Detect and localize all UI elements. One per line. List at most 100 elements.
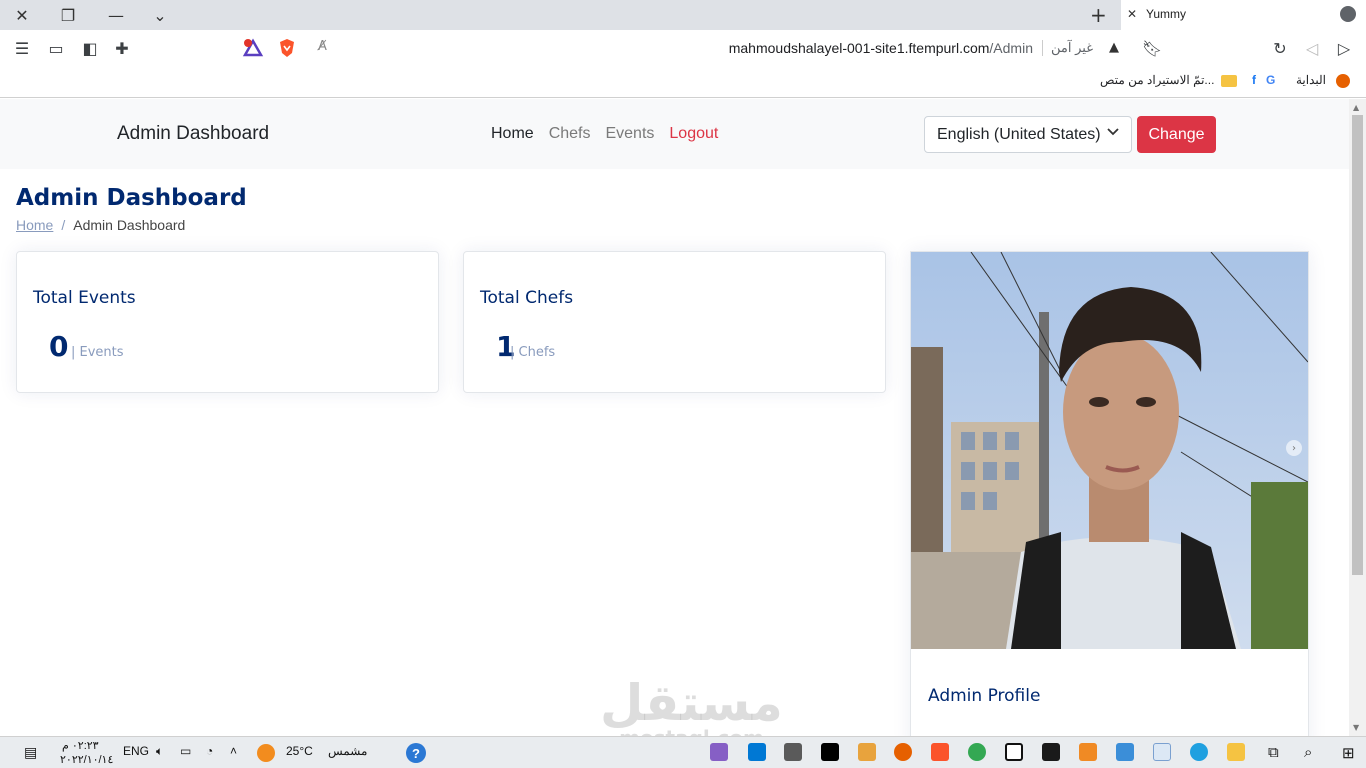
wallet-icon[interactable]: ▭ [46,38,66,58]
card-value: 0 [49,330,69,363]
volume-icon[interactable]: 🔈︎ [156,744,163,759]
weather-temperature[interactable]: 25°C [286,744,313,758]
top-navbar: Admin Dashboard Home Chefs Events Logout… [0,99,1349,169]
url-separator [1042,40,1043,56]
breadcrumb-current: Admin Dashboard [73,217,186,233]
start-icon[interactable]: ⊞ [1342,744,1355,762]
windows-taskbar: ▤ ٠٢:٢٣ م ٢٠٢٢/١٠/١٤ ENG 🔈︎ ▭ ◔ ˄ 25°C م… [0,736,1366,768]
language-select[interactable]: English (United States) [924,116,1132,153]
page-title: Admin Dashboard [16,185,247,211]
breadcrumb-home[interactable]: Home [16,217,53,233]
nav-links: Home Chefs Events Logout [491,125,718,143]
nav-link-home[interactable]: Home [491,125,534,143]
nav-link-events[interactable]: Events [605,125,654,143]
app-orange-icon[interactable] [1079,743,1097,761]
google-bookmark-icon[interactable]: G [1266,73,1275,87]
browser-tab[interactable]: ✕ Yummy [1121,0,1366,30]
tab-title: Yummy [1146,7,1187,21]
edge-icon[interactable] [1190,743,1208,761]
close-tab-icon[interactable]: ✕ [1127,7,1137,21]
sublime-icon[interactable] [858,743,876,761]
nav-link-logout[interactable]: Logout [669,125,718,143]
url-text: mahmoudshalayel-001-site1.ftempurl.com/A… [729,40,1033,56]
url-host: mahmoudshalayel-001-site1.ftempurl.com [728,40,990,56]
url-path: /Admin [989,40,1033,56]
warning-icon[interactable]: ▲ [1109,40,1119,55]
page-scrollbar[interactable]: ▲ ▼ [1349,99,1366,736]
change-language-button[interactable]: Change [1137,116,1216,153]
clock-date[interactable]: ٢٠٢٢/١٠/١٤ [60,753,113,766]
back-icon[interactable]: ▷ [1334,38,1354,58]
brave-rewards-icon[interactable] [242,38,264,58]
brave-shields-icon[interactable] [278,38,296,58]
chevron-down-icon [1107,125,1119,141]
notifications-icon[interactable]: ▤ [24,744,37,761]
breadcrumb: Home / Admin Dashboard [16,217,185,233]
firefox-bookmark-icon [1336,74,1350,88]
clock-time[interactable]: ٠٢:٢٣ م [62,739,99,752]
help-icon[interactable]: ? [406,743,426,763]
reload-icon[interactable]: ↻ [1270,38,1290,58]
watermark-latin: mostaql.com [600,726,783,736]
tab-search-icon[interactable]: ⌄ [148,4,172,26]
wifi-icon[interactable]: ◔ [206,744,213,758]
xm-icon[interactable] [1042,743,1060,761]
not-secure-label: غير آمن [1051,40,1093,55]
nav-link-chefs[interactable]: Chefs [549,125,591,143]
card-title: Total Events [33,288,136,308]
task-view-icon[interactable]: ⧉ [1268,744,1279,761]
address-bar[interactable]: A̸ mahmoudshalayel-001-site1.ftempurl.co… [236,34,1129,62]
sidebar-icon[interactable]: ◧ [80,38,100,58]
chrome-icon[interactable] [968,743,986,761]
admin-profile-card: › Admin Profile [910,251,1309,736]
profile-card-title: Admin Profile [928,686,1041,706]
brave-icon[interactable] [931,743,949,761]
menu-icon[interactable]: ☰ [12,38,32,58]
translate-icon[interactable]: A̸ [318,39,327,54]
forward-icon[interactable]: ◁ [1302,38,1322,58]
weather-condition[interactable]: مشمس [328,744,367,758]
sun-icon[interactable] [257,744,275,762]
input-language[interactable]: ENG [123,744,149,758]
card-unit: | Events [71,345,124,360]
battery-icon[interactable]: ▭ [180,744,191,758]
app-icon[interactable] [784,743,802,761]
profile-photo [911,252,1308,649]
scrollbar-thumb[interactable] [1352,115,1363,575]
control-panel-icon[interactable] [1153,743,1171,761]
language-select-value: English (United States) [937,126,1101,143]
restore-window-icon[interactable]: ❐ [56,4,80,26]
remote-desktop-icon[interactable] [1116,743,1134,761]
bookmark-imported[interactable]: تمّ الاستيراد من متص... [1100,73,1214,87]
breadcrumb-separator: / [61,217,66,233]
bookmark-start[interactable]: البداية [1296,73,1326,87]
bookmark-icon[interactable]: 🔖︎ [1142,38,1162,58]
intellij-icon[interactable] [821,743,839,761]
bookmarks-bar: البداية G f تمّ الاستيراد من متص... [0,66,1366,98]
extensions-icon[interactable]: ✚ [112,38,132,58]
browser-tab-bar: ✕ ❐ — ⌄ + ✕ Yummy [0,0,1366,30]
page-viewport: Admin Dashboard Home Chefs Events Logout… [0,99,1349,736]
scroll-up-icon[interactable]: ▲ [1353,103,1359,112]
new-tab-icon[interactable]: + [1090,3,1107,27]
bing-icon[interactable] [1005,743,1023,761]
navbar-brand[interactable]: Admin Dashboard [117,123,269,145]
vscode-icon[interactable] [748,743,766,761]
watermark-arabic: مستقل [600,674,783,732]
folder-icon [1221,75,1237,87]
firefox-icon[interactable] [894,743,912,761]
visual-studio-icon[interactable] [710,743,728,761]
search-icon[interactable]: ⌕ [1304,744,1312,761]
chevron-up-icon[interactable]: ˄ [230,744,237,758]
minimize-window-icon[interactable]: — [104,4,128,26]
total-events-card: Total Events 0 | Events [16,251,439,393]
carousel-next-icon[interactable]: › [1286,440,1302,456]
total-chefs-card: Total Chefs 1 | Chefs [463,251,886,393]
close-window-icon[interactable]: ✕ [10,4,34,26]
facebook-bookmark-icon[interactable]: f [1252,73,1256,87]
file-explorer-icon[interactable] [1227,743,1245,761]
card-title: Total Chefs [480,288,574,308]
scroll-down-icon[interactable]: ▼ [1353,723,1359,732]
globe-icon [1340,6,1356,22]
watermark: مستقل mostaql.com [600,674,783,736]
